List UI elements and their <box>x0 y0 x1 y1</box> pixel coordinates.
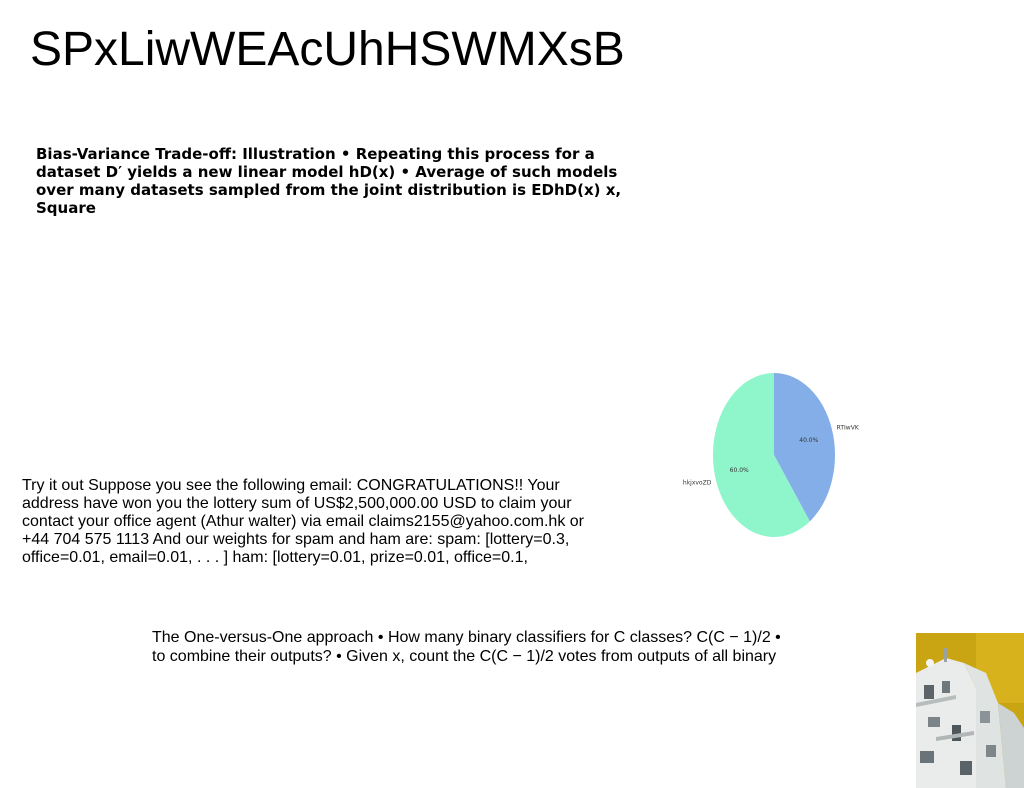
pie-pct-label: 40.0% <box>799 437 818 444</box>
one-vs-one-text: The One-versus-One approach • How many b… <box>152 629 781 665</box>
pie-chart: 40.0% RTIwVK 60.0% hkjxvoZD <box>683 373 860 537</box>
pie-pct-label: 60.0% <box>730 467 749 474</box>
slide-title: SPxLiwWEAcUhHSWMXsB <box>30 23 625 76</box>
pie-slice-label: RTIwVK <box>837 425 860 432</box>
building-photo <box>916 633 1024 788</box>
email-example-text: Try it out Suppose you see the following… <box>22 477 584 566</box>
pie-slice-label: hkjxvoZD <box>683 479 712 486</box>
bias-variance-text: Bias-Variance Trade-off: Illustration • … <box>36 145 622 217</box>
